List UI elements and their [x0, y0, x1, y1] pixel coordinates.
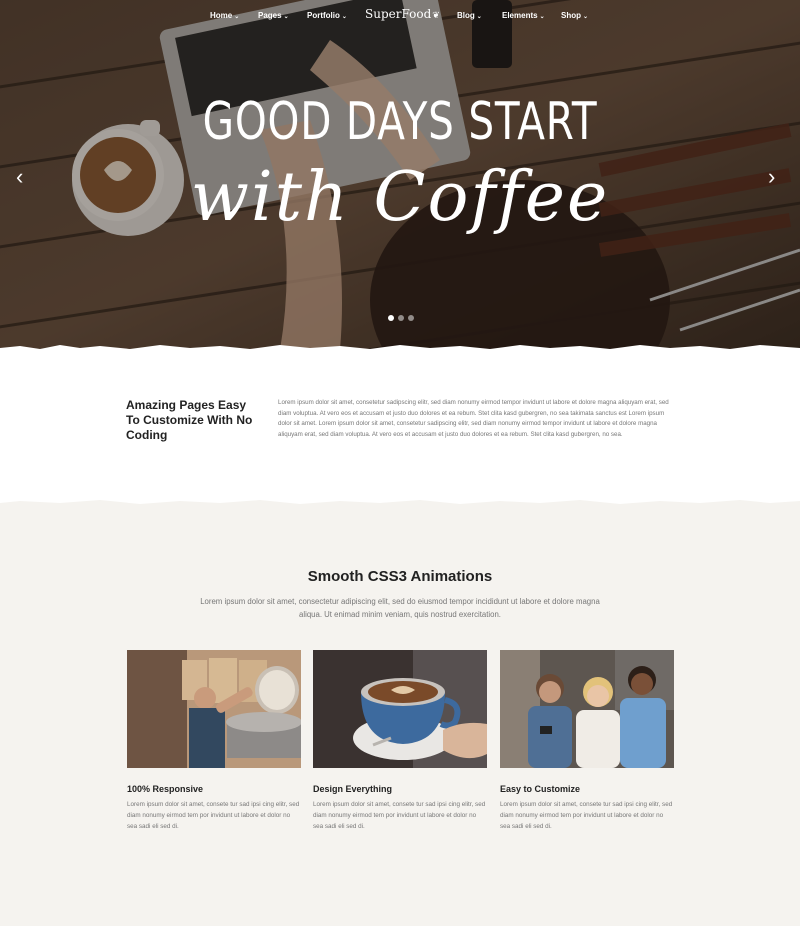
nav-label: Portfolio: [307, 11, 340, 20]
intro-heading: Amazing Pages Easy To Customize With No …: [126, 398, 253, 442]
nav-item-blog[interactable]: Blog ⌄: [457, 11, 482, 20]
feature-title: Design Everything: [313, 784, 393, 794]
torn-edge-divider: [0, 495, 800, 509]
slider-dot-2[interactable]: [398, 315, 404, 321]
slider-dot-1[interactable]: [388, 315, 394, 321]
slider-pagination: [388, 315, 414, 321]
features-subheading: Lorem ipsum dolor sit amet, consectetur …: [200, 597, 600, 619]
hero-slider: Home ⌄ Pages ⌄ Portfolio ⌄ SuperFood❦ Blog ⌄…: [0, 0, 800, 352]
nav-label: Elements: [502, 11, 538, 20]
nav-label: Home: [210, 11, 233, 20]
hero-headline-line1: GOOD DAYS START: [202, 92, 598, 152]
feature-body: Lorem ipsum dolor sit amet, consete tur …: [127, 801, 300, 830]
nav-item-shop[interactable]: Shop ⌄: [561, 11, 588, 20]
chevron-down-icon: ⌄: [234, 14, 240, 20]
nav-item-elements[interactable]: Elements ⌄: [502, 11, 545, 20]
nav-item-pages[interactable]: Pages ⌄: [258, 11, 289, 20]
nav-label: Shop: [561, 11, 581, 20]
nav-item-home[interactable]: Home ⌄: [210, 11, 239, 20]
chevron-down-icon: ⌄: [283, 14, 289, 20]
nav-label: Pages: [258, 11, 282, 20]
feature-title: 100% Responsive: [127, 784, 204, 794]
feature-image-friends: [500, 650, 674, 768]
chevron-left-icon[interactable]: ‹: [16, 166, 23, 188]
feature-card: Easy to Customize Lorem ipsum dolor sit …: [500, 650, 674, 832]
top-navigation: Home ⌄ Pages ⌄ Portfolio ⌄ SuperFood❦ Blog ⌄…: [0, 0, 800, 32]
feature-card: Design Everything Lorem ipsum dolor sit …: [313, 650, 487, 832]
chevron-down-icon: ⌄: [583, 14, 589, 20]
leaf-icon: ❦: [432, 11, 440, 21]
intro-section: Amazing Pages Easy To Customize With No …: [0, 352, 800, 502]
nav-label: Blog: [457, 11, 475, 20]
feature-body: Lorem ipsum dolor sit amet, consete tur …: [500, 801, 673, 830]
chevron-right-icon[interactable]: ›: [768, 166, 775, 188]
slider-dot-3[interactable]: [408, 315, 414, 321]
chevron-down-icon: ⌄: [341, 14, 347, 20]
feature-body: Lorem ipsum dolor sit amet, consete tur …: [313, 801, 486, 830]
intro-body: Lorem ipsum dolor sit amet, consetetur s…: [278, 399, 669, 438]
hero-headline-line2: with Coffee: [190, 158, 610, 237]
features-heading: Smooth CSS3 Animations: [307, 568, 493, 585]
chevron-down-icon: ⌄: [476, 14, 482, 20]
chevron-down-icon: ⌄: [539, 14, 545, 20]
feature-image-coffee-cup: [313, 650, 487, 768]
logo-text: SuperFood: [365, 7, 432, 21]
feature-title: Easy to Customize: [500, 784, 581, 794]
feature-image-roaster: [127, 650, 301, 768]
nav-item-portfolio[interactable]: Portfolio ⌄: [307, 11, 347, 20]
site-logo[interactable]: SuperFood❦: [365, 7, 440, 21]
feature-card: 100% Responsive Lorem ipsum dolor sit am…: [127, 650, 301, 832]
